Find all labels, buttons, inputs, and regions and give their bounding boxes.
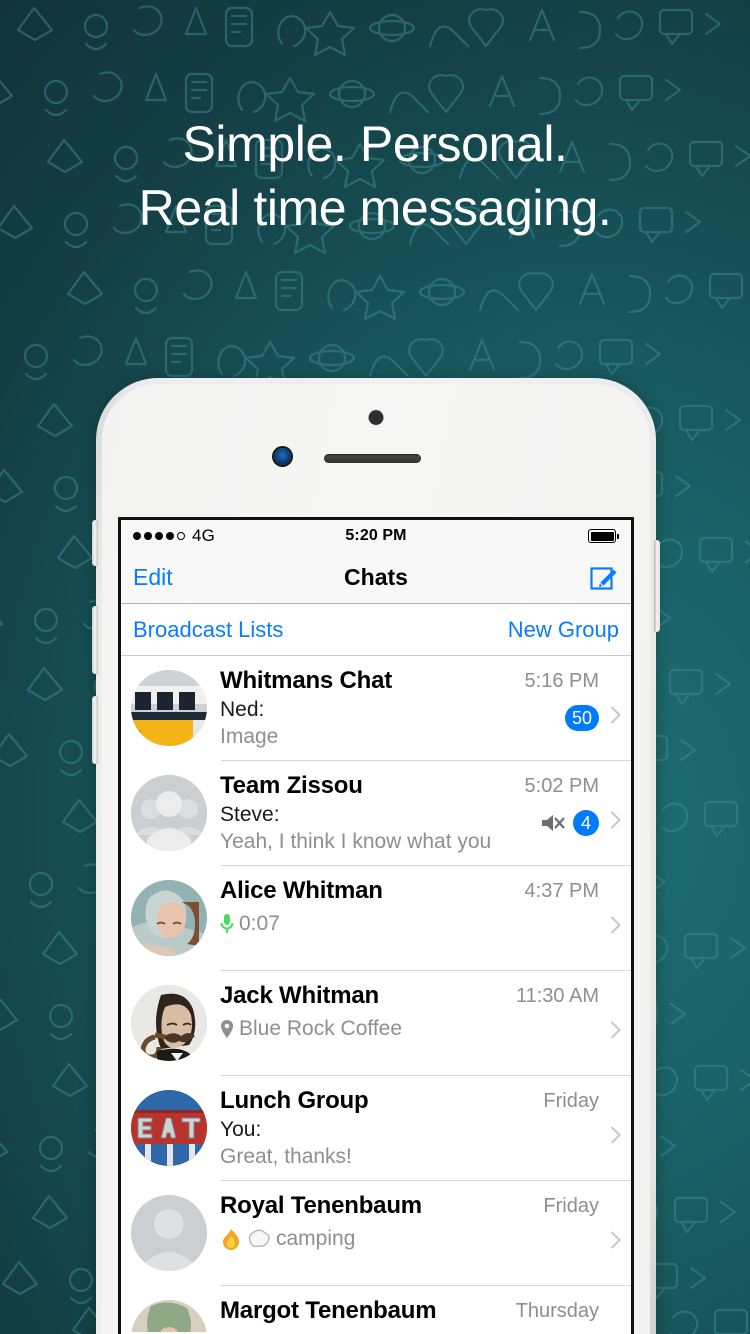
- avatar: [131, 1195, 207, 1271]
- chat-preview-text: 0:07: [239, 911, 280, 935]
- chevron-right-icon: [610, 1231, 621, 1249]
- chat-meta: 5:02 PM 4: [503, 773, 621, 836]
- chat-list: Whitmans Chat Ned: Image 5:16 PM 50 Team…: [121, 656, 631, 1332]
- chat-name: Royal Tenenbaum: [220, 1192, 422, 1219]
- chat-text-block: Team Zissou Steve: Yeah, I think I know …: [207, 772, 503, 855]
- chat-meta: Thursday: [503, 1298, 621, 1323]
- chat-preview-text: camping: [276, 1226, 356, 1250]
- phone-screen: 4G 5:20 PM Edit Chats Broadcast Lists Ne…: [118, 517, 634, 1334]
- chevron-right-icon: [610, 1021, 621, 1039]
- headline-line-2: Real time messaging.: [138, 180, 612, 236]
- chat-meta: Friday: [503, 1088, 621, 1144]
- chat-meta: Friday: [503, 1193, 621, 1249]
- proximity-sensor-icon: [274, 448, 291, 465]
- avatar: [131, 1300, 207, 1332]
- chat-text-block: Lunch Group You: Great, thanks!: [207, 1087, 503, 1170]
- power-button[interactable]: [654, 540, 660, 632]
- navigation-bar: Edit Chats: [121, 552, 631, 604]
- chat-preview-text: Image: [220, 725, 279, 749]
- chat-meta: 4:37 PM: [503, 878, 621, 934]
- avatar: [131, 880, 207, 956]
- chat-list-item[interactable]: Team Zissou Steve: Yeah, I think I know …: [121, 761, 631, 866]
- volume-up-button[interactable]: [92, 606, 98, 674]
- compose-icon[interactable]: [589, 563, 619, 593]
- thought-balloon-emoji: [248, 1229, 270, 1248]
- status-bar: 4G 5:20 PM: [121, 520, 631, 552]
- chat-timestamp: 4:37 PM: [524, 880, 599, 902]
- mute-icon: [542, 815, 565, 831]
- status-bar-clock: 5:20 PM: [345, 527, 407, 544]
- chat-list-item[interactable]: Margot Tenenbaum Thursday: [121, 1286, 631, 1332]
- chat-timestamp: Friday: [543, 1195, 599, 1217]
- chat-name: Jack Whitman: [220, 982, 379, 1009]
- chat-timestamp: Friday: [543, 1090, 599, 1112]
- chat-timestamp: Thursday: [515, 1300, 599, 1322]
- chat-timestamp: 5:02 PM: [524, 775, 599, 797]
- chat-preview: Image: [220, 724, 497, 750]
- chat-sender: Steve:: [220, 802, 280, 826]
- chat-timestamp: 11:30 AM: [515, 985, 599, 1007]
- chat-preview: Great, thanks!: [220, 1144, 497, 1170]
- fire-emoji: [223, 1229, 239, 1250]
- chat-name: Team Zissou: [220, 772, 363, 799]
- chat-text-block: Jack Whitman Blue Rock Coffee: [207, 982, 503, 1042]
- chat-list-item[interactable]: Jack Whitman Blue Rock Coffee 11:30 AM: [121, 971, 631, 1076]
- chat-sender: You:: [220, 1117, 262, 1141]
- mute-switch-button[interactable]: [92, 520, 98, 566]
- chevron-right-icon: [610, 1126, 621, 1144]
- unread-badge: 4: [573, 810, 599, 836]
- chat-list-item[interactable]: Alice Whitman 0:07 4:37 PM: [121, 866, 631, 971]
- chat-preview-text: Great, thanks!: [220, 1145, 352, 1169]
- chat-name: Alice Whitman: [220, 877, 383, 904]
- chat-preview-text: Blue Rock Coffee: [239, 1016, 403, 1040]
- chat-name: Margot Tenenbaum: [220, 1297, 437, 1324]
- chevron-right-icon: [610, 811, 621, 829]
- chat-meta: 11:30 AM: [503, 983, 621, 1039]
- chat-list-item[interactable]: Whitmans Chat Ned: Image 5:16 PM 50: [121, 656, 631, 761]
- chat-text-block: Royal Tenenbaum camping: [207, 1192, 503, 1252]
- chat-text-block: Whitmans Chat Ned: Image: [207, 667, 503, 750]
- chat-name: Whitmans Chat: [220, 667, 393, 694]
- avatar: [131, 775, 207, 851]
- chat-text-block: Margot Tenenbaum: [207, 1297, 503, 1325]
- chat-preview: Yeah, I think I know what you a...: [220, 829, 497, 855]
- promo-headline: Simple. Personal. Real time messaging.: [0, 112, 750, 240]
- phone-device: 4G 5:20 PM Edit Chats Broadcast Lists Ne…: [92, 378, 660, 1334]
- chevron-right-icon: [610, 916, 621, 934]
- avatar: [131, 670, 207, 746]
- microphone-icon: [220, 914, 234, 933]
- chat-text-block: Alice Whitman 0:07: [207, 877, 503, 937]
- broadcast-lists-button[interactable]: Broadcast Lists: [133, 617, 283, 643]
- new-group-button[interactable]: New Group: [508, 617, 619, 643]
- chat-preview: camping: [220, 1226, 497, 1252]
- chat-timestamp: 5:16 PM: [524, 670, 599, 692]
- front-camera-icon: [368, 410, 384, 425]
- chat-preview: 0:07: [220, 911, 497, 937]
- chevron-right-icon: [610, 706, 621, 724]
- chat-list-item[interactable]: Royal Tenenbaum camping Friday: [121, 1181, 631, 1286]
- headline-line-1: Simple. Personal.: [182, 116, 568, 172]
- chat-name: Lunch Group: [220, 1087, 369, 1114]
- avatar: [131, 985, 207, 1061]
- unread-badge: 50: [564, 705, 599, 731]
- chat-action-bar: Broadcast Lists New Group: [121, 604, 631, 656]
- chat-preview: Blue Rock Coffee: [220, 1016, 497, 1042]
- chat-meta: 5:16 PM 50: [503, 668, 621, 731]
- earpiece-speaker-icon: [324, 454, 421, 463]
- volume-down-button[interactable]: [92, 696, 98, 764]
- location-pin-icon: [221, 1020, 233, 1038]
- page-title: Chats: [344, 564, 408, 590]
- chat-list-item[interactable]: Lunch Group You: Great, thanks! Friday: [121, 1076, 631, 1181]
- chat-sender: Ned:: [220, 697, 265, 721]
- chat-preview-text: Yeah, I think I know what you a...: [220, 830, 497, 854]
- avatar: [131, 1090, 207, 1166]
